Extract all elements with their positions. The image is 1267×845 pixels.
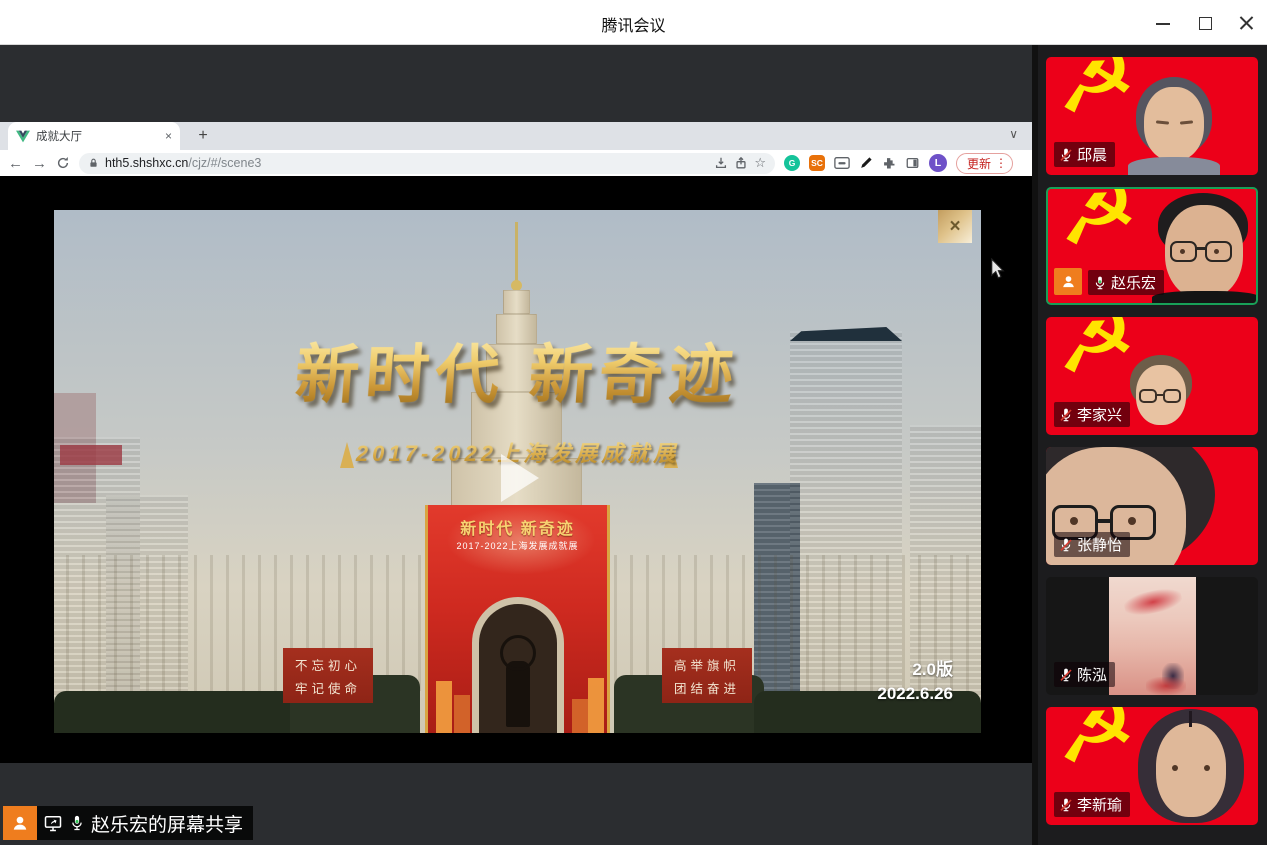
- maximize-icon[interactable]: [1197, 15, 1213, 31]
- host-badge-icon: [1054, 268, 1082, 295]
- address-bar[interactable]: hth5.shshxc.cn/cjz/#/scene3 ☆: [79, 153, 775, 174]
- url-host: hth5.shshxc.cn: [105, 156, 188, 170]
- screenshot-extension-icon[interactable]: [834, 156, 850, 170]
- participants-sidebar: ☭ 邱晨 ☭ 赵乐宏: [1032, 45, 1267, 845]
- share-icon[interactable]: [734, 156, 748, 170]
- extensions-puzzle-icon[interactable]: [882, 156, 896, 170]
- share-label: 赵乐宏的屏幕共享: [37, 806, 253, 840]
- menu-dots-icon[interactable]: ⋮: [995, 156, 1007, 170]
- tab-title: 成就大厅: [36, 128, 159, 144]
- reload-icon[interactable]: [56, 156, 70, 170]
- participant-name-tag: 邱晨: [1054, 142, 1115, 167]
- bookmark-star-icon[interactable]: ☆: [754, 155, 766, 171]
- play-icon[interactable]: [501, 454, 539, 502]
- participant-name-tag: 李新瑜: [1054, 792, 1130, 817]
- new-tab-button[interactable]: +: [192, 125, 214, 147]
- participant-name-tag: 陈泓: [1054, 662, 1115, 687]
- tower-spire: [515, 222, 518, 288]
- party-emblem-icon: ☭: [1049, 57, 1141, 129]
- participant-tile[interactable]: ☭ 张静怡: [1046, 447, 1258, 565]
- video-close-button[interactable]: ×: [938, 210, 972, 243]
- muted-mic-icon: [1058, 667, 1074, 683]
- side-panel-icon[interactable]: [905, 156, 920, 170]
- lock-icon: [88, 157, 99, 169]
- participant-name-tag: 张静怡: [1054, 532, 1130, 557]
- browser-toolbar: ← → hth5.shshxc.cn/cjz/#/scene3 ☆ G SC: [0, 150, 1032, 176]
- browser-tabstrip: 成就大厅 × + ∨: [0, 122, 1032, 150]
- profile-avatar[interactable]: L: [929, 154, 947, 172]
- statue: [506, 661, 530, 727]
- back-icon[interactable]: ←: [8, 156, 23, 171]
- participant-name: 张静怡: [1077, 534, 1122, 555]
- shared-screen-area: 成就大厅 × + ∨ ← → hth5.shshxc.cn/cjz/#/scen…: [0, 45, 1032, 845]
- minimize-icon[interactable]: [1155, 15, 1171, 31]
- version-number: 2.0版: [877, 658, 953, 682]
- screen-share-bar: 赵乐宏的屏幕共享: [3, 806, 253, 840]
- window-titlebar: 腾讯会议: [0, 0, 1267, 45]
- url-text: hth5.shshxc.cn/cjz/#/scene3: [105, 156, 708, 170]
- participant-tile[interactable]: ☭ 邱晨: [1046, 57, 1258, 175]
- muted-mic-icon: [1058, 147, 1074, 163]
- video-main-title: 新时代 新奇迹: [54, 324, 981, 416]
- participant-name: 邱晨: [1077, 144, 1107, 165]
- pen-extension-icon[interactable]: [859, 156, 873, 170]
- tab-search-chevron-icon[interactable]: ∨: [1009, 127, 1018, 141]
- participant-name: 陈泓: [1077, 664, 1107, 685]
- chrome-update-button[interactable]: 更新 ⋮: [956, 153, 1013, 174]
- update-label: 更新: [967, 155, 991, 172]
- party-emblem-icon: ☭: [1049, 317, 1141, 389]
- participant-name-tag: 李家兴: [1054, 402, 1130, 427]
- participant-tile[interactable]: ☭ 赵乐宏: [1046, 187, 1258, 305]
- gate-subtitle: 2017-2022上海发展成就展: [428, 539, 607, 552]
- browser-tab[interactable]: 成就大厅 ×: [8, 122, 180, 150]
- window-controls: [1155, 0, 1255, 45]
- screen-share-icon: [43, 813, 63, 833]
- share-text: 赵乐宏的屏幕共享: [91, 810, 243, 837]
- grammarly-extension-icon[interactable]: G: [784, 155, 800, 171]
- slogan-banner-left: 不忘初心 牢记使命: [283, 648, 373, 703]
- forward-icon[interactable]: →: [32, 156, 47, 171]
- web-page-content: 不忘初心 牢记使命 高举旗帜 团结奋进 新时代 新奇迹 2017-2022上海发…: [0, 176, 1032, 763]
- live-mic-icon: [1092, 275, 1108, 291]
- participant-tile[interactable]: ☭ 李家兴: [1046, 317, 1258, 435]
- participant-tile[interactable]: ☭ 李新瑜: [1046, 707, 1258, 825]
- mouse-cursor: [990, 258, 1005, 286]
- tencent-meeting-window: 腾讯会议 成就大厅 × + ∨ ← →: [0, 0, 1267, 845]
- video-version-text: 2.0版 2022.6.26: [877, 658, 953, 706]
- participant-name: 李新瑜: [1077, 794, 1122, 815]
- vue-favicon-icon: [16, 130, 30, 143]
- participant-name-tag: 赵乐宏: [1088, 270, 1164, 295]
- close-icon[interactable]: [1239, 15, 1255, 31]
- video-player[interactable]: 不忘初心 牢记使命 高举旗帜 团结奋进 新时代 新奇迹 2017-2022上海发…: [54, 210, 981, 733]
- window-title: 腾讯会议: [0, 12, 1267, 36]
- sc-extension-icon[interactable]: SC: [809, 155, 825, 171]
- participant-name: 李家兴: [1077, 404, 1122, 425]
- party-emblem-icon: ☭: [1049, 707, 1141, 779]
- building-wing: [66, 555, 452, 691]
- muted-mic-icon: [1058, 407, 1074, 423]
- gate-title: 新时代 新奇迹: [428, 515, 607, 539]
- party-emblem-icon: ☭: [1051, 187, 1143, 261]
- exhibition-gate: 新时代 新奇迹 2017-2022上海发展成就展: [425, 505, 610, 733]
- tab-close-icon[interactable]: ×: [165, 130, 172, 142]
- gate-arch: [472, 597, 564, 733]
- muted-mic-icon: [1058, 537, 1074, 553]
- slogan-banner-right: 高举旗帜 团结奋进: [662, 648, 752, 703]
- version-date: 2022.6.26: [877, 682, 953, 706]
- participant-tile[interactable]: 陈泓: [1046, 577, 1258, 695]
- participant-name: 赵乐宏: [1111, 272, 1156, 293]
- host-badge-icon: [3, 806, 37, 840]
- muted-mic-icon: [1058, 797, 1074, 813]
- url-path: /cjz/#/scene3: [188, 156, 261, 170]
- download-icon[interactable]: [714, 156, 728, 170]
- live-mic-icon: [68, 814, 86, 832]
